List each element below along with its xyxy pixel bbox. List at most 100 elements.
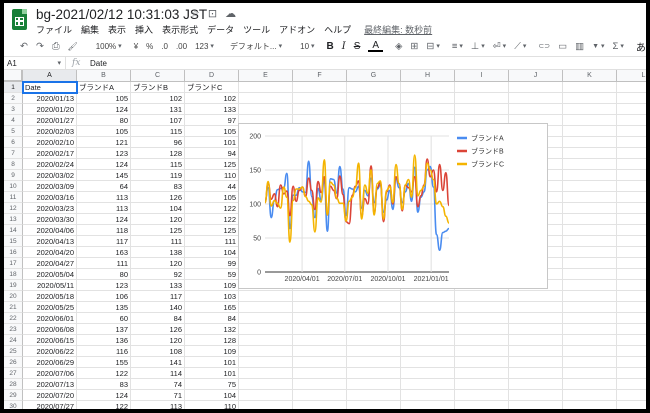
empty-cell[interactable] — [455, 82, 509, 93]
empty-cell[interactable] — [239, 93, 293, 104]
empty-cell[interactable] — [239, 324, 293, 335]
row-header[interactable]: 25 — [4, 346, 23, 357]
empty-cell[interactable] — [509, 313, 563, 324]
data-cell[interactable]: 75 — [185, 379, 239, 390]
empty-cell[interactable] — [347, 324, 401, 335]
increase-decimal-button[interactable]: .00 — [172, 42, 191, 51]
empty-cell[interactable] — [347, 379, 401, 390]
empty-cell[interactable] — [563, 379, 617, 390]
empty-cell[interactable] — [563, 159, 617, 170]
insert-link-icon[interactable]: ⊂⊃ — [534, 42, 554, 50]
empty-cell[interactable] — [239, 313, 293, 324]
data-cell[interactable]: 126 — [131, 324, 185, 335]
row-header[interactable]: 6 — [4, 137, 23, 148]
empty-cell[interactable] — [293, 291, 347, 302]
data-cell[interactable]: 123 — [77, 280, 131, 291]
row-header[interactable]: 8 — [4, 159, 23, 170]
data-cell[interactable]: 2020/01/20 — [23, 104, 77, 115]
data-cell[interactable]: 2020/07/13 — [23, 379, 77, 390]
row-header[interactable]: 5 — [4, 126, 23, 137]
data-cell[interactable]: 80 — [77, 115, 131, 126]
empty-cell[interactable] — [563, 126, 617, 137]
data-cell[interactable]: 109 — [185, 346, 239, 357]
formula-input[interactable]: Date — [90, 59, 107, 68]
data-cell[interactable]: 120 — [131, 335, 185, 346]
row-header[interactable]: 20 — [4, 291, 23, 302]
menu-insert[interactable]: 挿入 — [135, 23, 153, 36]
menu-data[interactable]: データ — [207, 23, 234, 36]
data-cell[interactable]: 125 — [185, 159, 239, 170]
data-cell[interactable]: 2020/06/08 — [23, 324, 77, 335]
empty-cell[interactable] — [617, 379, 646, 390]
empty-cell[interactable] — [563, 214, 617, 225]
empty-cell[interactable] — [401, 82, 455, 93]
data-cell[interactable]: 2020/07/20 — [23, 390, 77, 401]
data-cell[interactable]: 2020/03/09 — [23, 181, 77, 192]
data-cell[interactable]: 113 — [131, 401, 185, 409]
select-all-corner[interactable] — [4, 70, 23, 82]
empty-cell[interactable] — [617, 203, 646, 214]
empty-cell[interactable] — [617, 247, 646, 258]
data-cell[interactable]: 101 — [185, 368, 239, 379]
data-cell[interactable]: 2020/03/02 — [23, 170, 77, 181]
data-cell[interactable]: 2020/04/20 — [23, 247, 77, 258]
data-cell[interactable]: 121 — [77, 137, 131, 148]
empty-cell[interactable] — [239, 104, 293, 115]
empty-cell[interactable] — [293, 335, 347, 346]
data-cell[interactable]: 111 — [185, 236, 239, 247]
header-cell-brand[interactable]: ブランドC — [185, 82, 239, 93]
data-cell[interactable]: 113 — [77, 203, 131, 214]
row-header[interactable]: 4 — [4, 115, 23, 126]
empty-cell[interactable] — [563, 82, 617, 93]
data-cell[interactable]: 135 — [77, 302, 131, 313]
document-title[interactable]: bg-2021/02/12 10:31:03 JST — [36, 7, 207, 22]
empty-cell[interactable] — [455, 368, 509, 379]
row-header[interactable]: 23 — [4, 324, 23, 335]
sheets-logo-icon[interactable] — [12, 9, 27, 30]
data-cell[interactable]: 80 — [77, 269, 131, 280]
empty-cell[interactable] — [563, 203, 617, 214]
empty-cell[interactable] — [401, 335, 455, 346]
empty-cell[interactable] — [401, 346, 455, 357]
empty-cell[interactable] — [455, 346, 509, 357]
empty-cell[interactable] — [617, 324, 646, 335]
row-header[interactable]: 7 — [4, 148, 23, 159]
empty-cell[interactable] — [563, 93, 617, 104]
empty-cell[interactable] — [239, 401, 293, 409]
data-cell[interactable]: 114 — [131, 368, 185, 379]
merge-cells-icon[interactable]: ⊟ — [422, 41, 443, 52]
data-cell[interactable]: 44 — [185, 181, 239, 192]
empty-cell[interactable] — [401, 302, 455, 313]
menu-tools[interactable]: ツール — [243, 23, 270, 36]
empty-cell[interactable] — [617, 335, 646, 346]
data-cell[interactable]: 111 — [131, 236, 185, 247]
row-header[interactable]: 9 — [4, 170, 23, 181]
data-cell[interactable]: 2020/06/15 — [23, 335, 77, 346]
empty-cell[interactable] — [239, 335, 293, 346]
data-cell[interactable]: 128 — [185, 335, 239, 346]
data-cell[interactable]: 102 — [185, 93, 239, 104]
data-cell[interactable]: 105 — [185, 192, 239, 203]
data-cell[interactable]: 103 — [185, 291, 239, 302]
data-cell[interactable]: 74 — [131, 379, 185, 390]
column-header-h[interactable]: H — [401, 70, 455, 82]
empty-cell[interactable] — [455, 401, 509, 409]
empty-cell[interactable] — [617, 214, 646, 225]
row-header[interactable]: 16 — [4, 247, 23, 258]
data-cell[interactable]: 2020/06/01 — [23, 313, 77, 324]
data-cell[interactable]: 155 — [77, 357, 131, 368]
data-cell[interactable]: 115 — [131, 159, 185, 170]
data-cell[interactable]: 102 — [131, 93, 185, 104]
data-cell[interactable]: 125 — [185, 225, 239, 236]
row-header[interactable]: 19 — [4, 280, 23, 291]
row-header[interactable]: 22 — [4, 313, 23, 324]
data-cell[interactable]: 84 — [131, 313, 185, 324]
empty-cell[interactable] — [617, 313, 646, 324]
empty-cell[interactable] — [617, 148, 646, 159]
empty-cell[interactable] — [401, 401, 455, 409]
empty-cell[interactable] — [401, 324, 455, 335]
data-cell[interactable]: 2020/01/27 — [23, 115, 77, 126]
data-cell[interactable]: 122 — [185, 214, 239, 225]
empty-cell[interactable] — [509, 357, 563, 368]
data-cell[interactable]: 133 — [131, 280, 185, 291]
